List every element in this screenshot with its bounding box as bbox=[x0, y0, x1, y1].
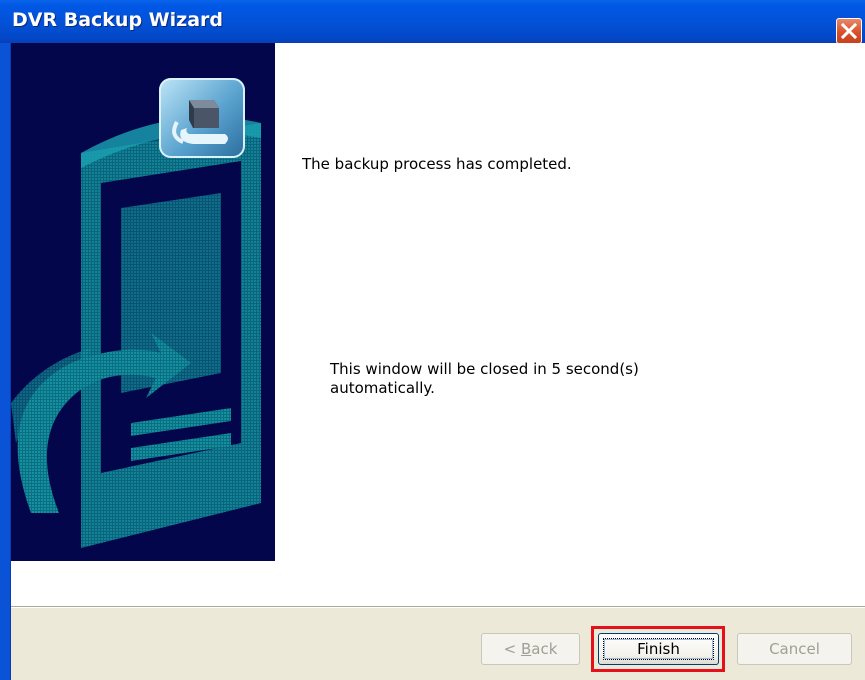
auto-close-line-1: This window will be closed in 5 second(s… bbox=[330, 360, 639, 378]
cancel-button[interactable]: Cancel bbox=[737, 633, 852, 665]
auto-close-line-2: automatically. bbox=[330, 379, 435, 397]
finish-button-label: Finish bbox=[637, 640, 680, 658]
close-button[interactable] bbox=[836, 18, 862, 44]
finish-button[interactable]: Finish bbox=[598, 633, 719, 665]
cancel-button-label: Cancel bbox=[769, 640, 820, 658]
wizard-banner bbox=[11, 43, 275, 561]
completion-message: The backup process has completed. bbox=[302, 155, 572, 173]
window-title: DVR Backup Wizard bbox=[12, 9, 223, 31]
window-frame-left bbox=[0, 43, 10, 680]
back-button-prefix: < bbox=[503, 640, 521, 658]
backup-drive-icon bbox=[159, 78, 245, 158]
auto-close-message: This window will be closed in 5 second(s… bbox=[330, 360, 710, 398]
title-bar[interactable]: DVR Backup Wizard bbox=[0, 0, 865, 44]
back-button-label-rest: ack bbox=[531, 640, 558, 658]
back-button-accelerator: B bbox=[520, 640, 532, 658]
back-button[interactable]: < Back bbox=[481, 633, 580, 665]
wizard-content bbox=[275, 43, 865, 606]
dvr-backup-wizard-window: DVR Backup Wizard The backup process has… bbox=[0, 0, 865, 680]
close-icon bbox=[837, 19, 861, 43]
